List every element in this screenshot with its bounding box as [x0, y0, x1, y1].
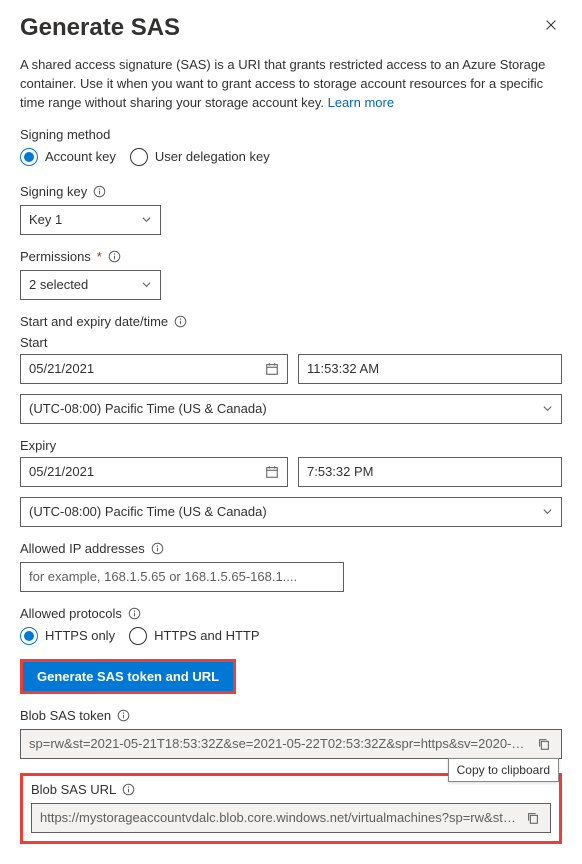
- radio-icon: [20, 627, 38, 645]
- learn-more-link[interactable]: Learn more: [328, 95, 394, 110]
- allowed-protocols-label: Allowed protocols: [20, 606, 122, 621]
- generate-button-highlight: Generate SAS token and URL: [20, 659, 236, 694]
- start-time-input[interactable]: 11:53:32 AM: [298, 354, 562, 384]
- radio-https-and-http[interactable]: HTTPS and HTTP: [129, 627, 259, 645]
- radio-account-key[interactable]: Account key: [20, 148, 116, 166]
- expiry-time-input[interactable]: 7:53:32 PM: [298, 457, 562, 487]
- info-icon[interactable]: [122, 783, 135, 796]
- expiry-timezone-value: (UTC-08:00) Pacific Time (US & Canada): [29, 504, 267, 519]
- sas-url-output: https://mystorageaccountvdalc.blob.core.…: [31, 803, 551, 833]
- start-timezone-select[interactable]: (UTC-08:00) Pacific Time (US & Canada): [20, 394, 562, 424]
- start-timezone-value: (UTC-08:00) Pacific Time (US & Canada): [29, 401, 267, 416]
- calendar-icon: [265, 465, 279, 479]
- sas-url-highlight: Copy to clipboard Blob SAS URL https://m…: [20, 773, 562, 844]
- expiry-date-input[interactable]: 05/21/2021: [20, 457, 288, 487]
- start-date-input[interactable]: 05/21/2021: [20, 354, 288, 384]
- start-time-value: 11:53:32 AM: [307, 361, 379, 376]
- signing-key-value: Key 1: [29, 212, 62, 227]
- expiry-label: Expiry: [20, 438, 562, 453]
- copy-sas-token-button[interactable]: [535, 735, 553, 753]
- allowed-ip-label: Allowed IP addresses: [20, 541, 145, 556]
- radio-https-only[interactable]: HTTPS only: [20, 627, 115, 645]
- chevron-down-icon: [141, 279, 152, 290]
- copy-sas-url-button[interactable]: [524, 809, 542, 827]
- expiry-date-value: 05/21/2021: [29, 464, 94, 479]
- start-expiry-label: Start and expiry date/time: [20, 314, 168, 329]
- sas-token-value: sp=rw&st=2021-05-21T18:53:32Z&se=2021-05…: [29, 736, 535, 751]
- permissions-label: Permissions: [20, 249, 91, 264]
- copy-icon: [526, 811, 540, 825]
- panel-description: A shared access signature (SAS) is a URI…: [20, 56, 562, 113]
- radio-user-delegation-key[interactable]: User delegation key: [130, 148, 270, 166]
- close-button[interactable]: [540, 14, 562, 39]
- required-marker: *: [97, 249, 102, 264]
- radio-label-https-and-http: HTTPS and HTTP: [154, 628, 259, 643]
- chevron-down-icon: [542, 506, 553, 517]
- copy-icon: [537, 737, 551, 751]
- allowed-ip-input[interactable]: for example, 168.1.5.65 or 168.1.5.65-16…: [20, 562, 344, 592]
- info-icon[interactable]: [151, 542, 164, 555]
- radio-icon: [129, 627, 147, 645]
- allowed-ip-placeholder: for example, 168.1.5.65 or 168.1.5.65-16…: [29, 569, 297, 584]
- copy-tooltip: Copy to clipboard: [448, 758, 559, 782]
- close-icon: [544, 20, 558, 35]
- permissions-value: 2 selected: [29, 277, 88, 292]
- info-icon[interactable]: [108, 250, 121, 263]
- start-date-value: 05/21/2021: [29, 361, 94, 376]
- radio-label-https-only: HTTPS only: [45, 628, 115, 643]
- expiry-timezone-select[interactable]: (UTC-08:00) Pacific Time (US & Canada): [20, 497, 562, 527]
- generate-sas-button[interactable]: Generate SAS token and URL: [23, 662, 233, 691]
- info-icon[interactable]: [117, 709, 130, 722]
- start-label: Start: [20, 335, 562, 350]
- info-icon[interactable]: [93, 185, 106, 198]
- sas-url-label: Blob SAS URL: [31, 782, 116, 797]
- info-icon[interactable]: [128, 607, 141, 620]
- chevron-down-icon: [542, 403, 553, 414]
- calendar-icon: [265, 362, 279, 376]
- radio-icon: [20, 148, 38, 166]
- expiry-time-value: 7:53:32 PM: [307, 464, 374, 479]
- signing-method-label: Signing method: [20, 127, 110, 142]
- info-icon[interactable]: [174, 315, 187, 328]
- radio-icon: [130, 148, 148, 166]
- permissions-select[interactable]: 2 selected: [20, 270, 161, 300]
- sas-url-value: https://mystorageaccountvdalc.blob.core.…: [40, 810, 524, 825]
- panel-title: Generate SAS: [20, 14, 180, 42]
- signing-key-label: Signing key: [20, 184, 87, 199]
- radio-label-delegation-key: User delegation key: [155, 149, 270, 164]
- chevron-down-icon: [141, 214, 152, 225]
- sas-token-label: Blob SAS token: [20, 708, 111, 723]
- sas-token-output: sp=rw&st=2021-05-21T18:53:32Z&se=2021-05…: [20, 729, 562, 759]
- radio-label-account-key: Account key: [45, 149, 116, 164]
- signing-key-select[interactable]: Key 1: [20, 205, 161, 235]
- description-text: A shared access signature (SAS) is a URI…: [20, 57, 545, 110]
